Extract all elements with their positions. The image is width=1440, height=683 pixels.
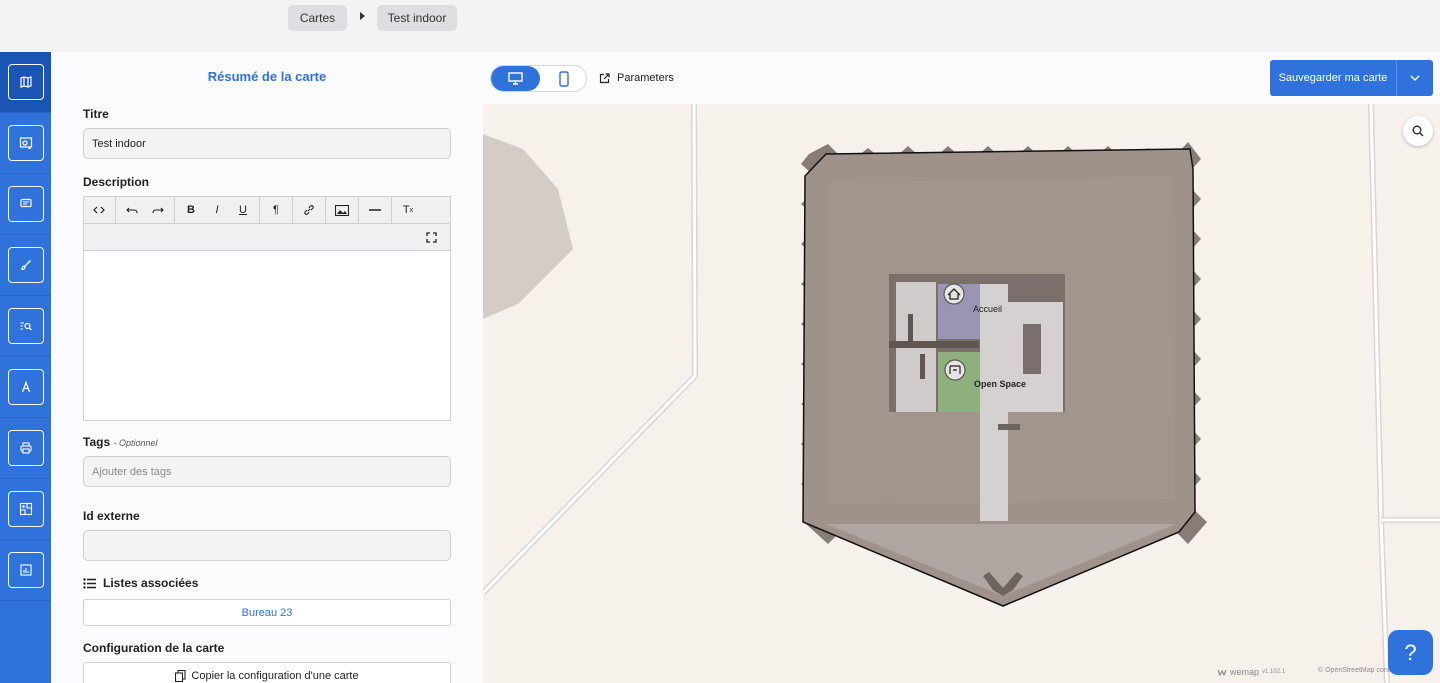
wall bbox=[908, 314, 913, 344]
neighbour-building bbox=[483, 134, 573, 319]
device-toggle bbox=[490, 65, 587, 92]
wemap-logo-icon bbox=[1217, 669, 1227, 676]
editor-toolbar: B I U ¶ Tx bbox=[84, 196, 450, 224]
sidebar-item-text[interactable] bbox=[0, 357, 51, 418]
mobile-icon bbox=[558, 70, 569, 87]
sidebar-item-style[interactable] bbox=[0, 235, 51, 296]
description-editor: B I U ¶ Tx bbox=[83, 196, 451, 421]
stats-icon bbox=[7, 552, 44, 588]
copy-config-label: Copier la configuration d'une carte bbox=[191, 669, 359, 682]
poi-label-open-space: Open Space bbox=[974, 379, 1027, 389]
breadcrumb-separator-icon bbox=[360, 12, 365, 20]
tags-label: Tags - Optionnel bbox=[83, 435, 158, 449]
corridor bbox=[980, 284, 1008, 521]
horizontal-rule-icon[interactable] bbox=[362, 197, 388, 224]
save-map-button[interactable]: Sauvegarder ma carte bbox=[1270, 60, 1433, 96]
sidebar-item-indoor[interactable] bbox=[0, 479, 51, 540]
street-center bbox=[1369, 104, 1389, 683]
tags-optional-hint: - Optionnel bbox=[113, 438, 158, 448]
paragraph-icon[interactable]: ¶ bbox=[263, 197, 289, 224]
sidebar-item-map-settings[interactable] bbox=[0, 113, 51, 174]
search-list-icon bbox=[7, 308, 44, 344]
chevron-down-icon bbox=[1410, 75, 1420, 81]
wemap-version: v1.102.1 bbox=[1262, 669, 1286, 675]
associated-lists-label: Listes associées bbox=[103, 576, 199, 590]
print-icon bbox=[7, 430, 44, 466]
help-button[interactable]: ? bbox=[1388, 630, 1433, 675]
toolbar-divider bbox=[358, 196, 359, 224]
map-canvas[interactable]: Accueil Open Space wemap v1.102.1 © Open… bbox=[483, 104, 1440, 683]
sidebar-item-comments[interactable] bbox=[0, 174, 51, 235]
toolbar-divider bbox=[292, 196, 293, 224]
italic-icon[interactable]: I bbox=[204, 197, 230, 224]
save-map-label: Sauvegarder ma carte bbox=[1278, 72, 1388, 84]
indoor-map-icon bbox=[7, 491, 44, 527]
code-icon[interactable] bbox=[86, 197, 112, 224]
clear-format-icon[interactable]: Tx bbox=[395, 197, 421, 224]
brush-icon bbox=[7, 247, 44, 283]
map-base-layer bbox=[483, 104, 1440, 683]
sidebar-item-map[interactable] bbox=[0, 52, 51, 113]
wall bbox=[998, 424, 1020, 430]
wall bbox=[920, 354, 925, 379]
map-settings-icon bbox=[7, 125, 44, 161]
desktop-view-button[interactable] bbox=[491, 66, 540, 91]
toolbar-divider bbox=[259, 196, 260, 224]
underline-icon[interactable]: U bbox=[230, 197, 256, 224]
toolbar-divider bbox=[174, 196, 175, 224]
list-icon bbox=[83, 577, 96, 589]
wall bbox=[889, 341, 979, 348]
sidebar-item-stats[interactable] bbox=[0, 540, 51, 601]
fullscreen-icon[interactable] bbox=[418, 224, 444, 251]
map-summary-panel: Résumé de la carte Titre Test indoor Des… bbox=[51, 52, 483, 683]
mobile-view-button[interactable] bbox=[541, 66, 586, 91]
bold-icon[interactable]: B bbox=[178, 197, 204, 224]
editor-toolbar-secondary bbox=[84, 224, 450, 251]
panel-title: Résumé de la carte bbox=[207, 69, 327, 84]
wall bbox=[1023, 324, 1041, 374]
search-icon bbox=[1412, 125, 1424, 137]
external-id-label: Id externe bbox=[83, 509, 140, 523]
wemap-brand-label: wemap bbox=[1230, 667, 1260, 677]
map-config-label: Configuration de la carte bbox=[83, 641, 225, 655]
text-icon bbox=[7, 369, 44, 405]
title-label: Titre bbox=[83, 107, 109, 121]
sidebar-rail bbox=[0, 52, 51, 683]
wemap-brand[interactable]: wemap v1.102.1 bbox=[1217, 667, 1285, 677]
tags-input[interactable]: Ajouter des tags bbox=[83, 456, 451, 487]
comment-icon bbox=[7, 186, 44, 222]
desktop-icon bbox=[508, 72, 523, 85]
description-label: Description bbox=[83, 175, 150, 189]
copy-config-button[interactable]: Copier la configuration d'une carte bbox=[83, 662, 451, 683]
map-toolbar: Parameters Sauvegarder ma carte bbox=[483, 52, 1440, 104]
toolbar-divider bbox=[115, 196, 116, 224]
external-link-icon bbox=[599, 72, 610, 83]
image-icon[interactable] bbox=[329, 197, 355, 224]
map-icon bbox=[7, 64, 44, 100]
save-options-dropdown[interactable] bbox=[1396, 60, 1433, 96]
parameters-label: Parameters bbox=[617, 72, 674, 84]
home-icon[interactable] bbox=[943, 283, 965, 305]
breadcrumb-cartes[interactable]: Cartes bbox=[288, 5, 347, 31]
tags-label-text: Tags bbox=[83, 435, 111, 449]
parameters-link[interactable]: Parameters bbox=[599, 72, 674, 84]
courtyard bbox=[826, 524, 1176, 596]
sidebar-item-search[interactable] bbox=[0, 296, 51, 357]
redo-icon[interactable] bbox=[145, 197, 171, 224]
list-item[interactable]: Bureau 23 bbox=[83, 599, 451, 626]
toolbar-divider bbox=[325, 196, 326, 224]
top-bar: Cartes Test indoor bbox=[0, 0, 1440, 42]
sidebar-item-print[interactable] bbox=[0, 418, 51, 479]
breadcrumb-current: Test indoor bbox=[377, 5, 457, 31]
undo-icon[interactable] bbox=[119, 197, 145, 224]
map-search-button[interactable] bbox=[1403, 116, 1433, 146]
associated-lists-heading: Listes associées bbox=[83, 576, 198, 590]
external-id-field[interactable] bbox=[83, 530, 451, 561]
poi-label-reception: Accueil bbox=[973, 304, 1003, 314]
copy-icon bbox=[175, 669, 186, 682]
link-icon[interactable] bbox=[296, 197, 322, 224]
title-field[interactable]: Test indoor bbox=[83, 128, 451, 159]
toolbar-divider bbox=[391, 196, 392, 224]
